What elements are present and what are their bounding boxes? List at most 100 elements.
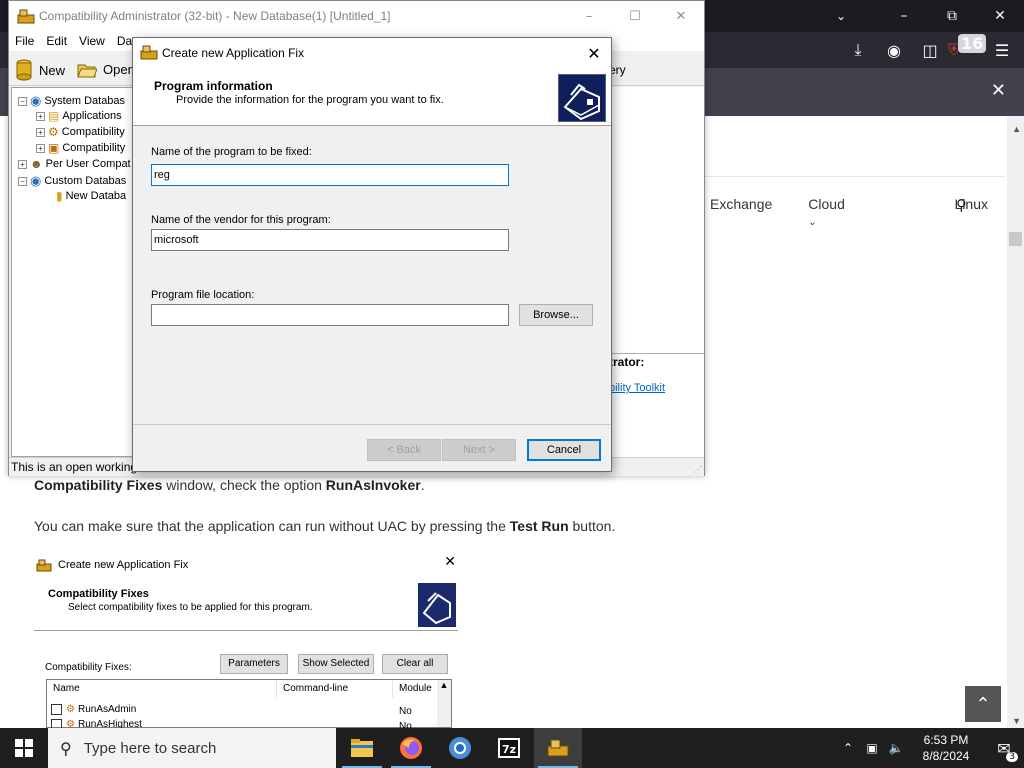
- expand-icon[interactable]: +: [36, 127, 45, 137]
- search-icon: ⚲: [60, 738, 72, 758]
- program-name-label: Name of the program to be fixed:: [151, 146, 312, 158]
- search-icon[interactable]: ⚲: [956, 196, 967, 214]
- clock[interactable]: 6:53 PM 8/8/2024: [908, 732, 984, 764]
- tree-item-system-databases[interactable]: − ◉ System Databas: [18, 93, 125, 109]
- hamburger-menu-icon[interactable]: ☰: [984, 41, 1020, 60]
- extensions-icon[interactable]: ◫: [912, 41, 948, 60]
- scroll-down-icon[interactable]: ▼: [1012, 716, 1021, 726]
- download-icon[interactable]: ⤓: [840, 40, 876, 60]
- 7zip-button[interactable]: 7z: [485, 728, 533, 768]
- right-pane-heading: trator:: [609, 355, 645, 369]
- col-module: Module: [393, 680, 439, 698]
- page-scrollbar[interactable]: ▲ ▼: [1007, 116, 1024, 728]
- network-icon[interactable]: ▣: [860, 741, 884, 755]
- nav-cloud-label: Cloud: [808, 196, 845, 212]
- close-icon[interactable]: ✕: [577, 38, 611, 68]
- browser-window-controls: – ⧉ ✕: [880, 0, 1024, 32]
- tree-item-label: New Databa: [65, 190, 127, 202]
- vendor-name-input[interactable]: [151, 229, 509, 251]
- bold-text: Test Run: [509, 518, 569, 534]
- next-button[interactable]: Next >: [442, 439, 516, 461]
- tree-item-new-database[interactable]: ▮ New Databa: [56, 189, 126, 203]
- status-text: This is an open working: [11, 460, 138, 474]
- volume-muted-icon[interactable]: 🔈: [884, 741, 908, 755]
- svg-text:7z: 7z: [502, 743, 516, 756]
- app-fix-icon: [140, 45, 158, 60]
- chromium-button[interactable]: [436, 728, 484, 768]
- parameters-button: Parameters: [220, 654, 288, 674]
- users-icon: ☻: [30, 157, 43, 171]
- tree-item-compatibility-fixes[interactable]: + ⚙ Compatibility: [36, 125, 125, 139]
- firefox-button[interactable]: [387, 728, 435, 768]
- scroll-thumb[interactable]: [1009, 232, 1022, 246]
- toolkit-link[interactable]: bility Toolkit: [609, 382, 665, 394]
- expand-icon[interactable]: +: [36, 111, 45, 121]
- browser-restore-icon[interactable]: ⧉: [928, 0, 976, 32]
- wizard-logo-icon: [558, 74, 606, 122]
- compat-admin-title: Compatibility Administrator (32-bit) - N…: [39, 9, 391, 23]
- embedded-title: Create new Application Fix: [36, 558, 188, 572]
- tree-item-custom-databases[interactable]: − ◉ Custom Databas: [18, 173, 126, 189]
- menu-file[interactable]: File: [9, 31, 40, 51]
- database-icon: [16, 59, 32, 81]
- dialog-title: Create new Application Fix: [162, 46, 305, 60]
- embedded-separator: [34, 630, 458, 631]
- compat-admin-right-pane: trator: bility Toolkit: [609, 87, 704, 457]
- nav-cloud[interactable]: Cloud ⌄: [808, 196, 918, 228]
- browse-button[interactable]: Browse...: [519, 304, 593, 326]
- create-app-fix-dialog: Create new Application Fix ✕ Program inf…: [132, 37, 612, 472]
- open-folder-icon: [77, 64, 97, 78]
- fixes-list: Name Command-line Module ⚙ RunAsAdmin No…: [46, 679, 452, 732]
- dialog-titlebar: Create new Application Fix ✕: [133, 38, 611, 68]
- chevron-up-icon[interactable]: ⌃: [836, 741, 860, 755]
- account-icon[interactable]: ◉: [876, 41, 912, 60]
- collapse-icon[interactable]: −: [18, 96, 27, 106]
- embedded-title-text: Create new Application Fix: [58, 559, 189, 571]
- program-name-input[interactable]: [151, 164, 509, 186]
- collapse-icon[interactable]: −: [18, 176, 27, 186]
- gear-icon: ⚙: [48, 125, 59, 139]
- text: .: [420, 477, 425, 493]
- close-icon[interactable]: ✕: [991, 80, 1006, 101]
- wizard-logo-icon: [418, 583, 456, 627]
- tree-item-applications[interactable]: + ▤ Applications: [36, 109, 122, 123]
- minimize-icon[interactable]: –: [566, 1, 612, 31]
- back-button[interactable]: < Back: [367, 439, 441, 461]
- folder-icon: ▤: [48, 109, 60, 123]
- close-icon[interactable]: ✕: [658, 1, 704, 31]
- dialog-subheading: Provide the information for the program …: [176, 94, 444, 106]
- globe-database-icon: ◉: [30, 93, 42, 108]
- list-all-tabs-icon[interactable]: ⌄: [826, 0, 856, 32]
- chevron-down-icon: ⌄: [808, 217, 817, 228]
- file-location-input[interactable]: [151, 304, 509, 326]
- windows-logo-icon: [15, 739, 33, 757]
- expand-icon[interactable]: +: [36, 143, 45, 153]
- custom-database-icon: ◉: [30, 173, 42, 188]
- taskbar: ⚲ Type here to search 7z ⌃ ▣ 🔈 6:53 PM 8…: [0, 728, 1024, 768]
- expand-icon[interactable]: +: [18, 159, 27, 169]
- menu-view[interactable]: View: [73, 31, 111, 51]
- tree-item-per-user[interactable]: + ☻ Per User Compat: [18, 157, 131, 171]
- new-button[interactable]: New: [15, 59, 65, 81]
- open-button[interactable]: Open: [77, 59, 135, 79]
- tree-item-label: Applications: [62, 110, 122, 122]
- fix-name: RunAsAdmin: [77, 704, 137, 715]
- menu-edit[interactable]: Edit: [40, 31, 73, 51]
- resize-grip-icon[interactable]: ⋰: [694, 465, 702, 474]
- maximize-icon[interactable]: ☐: [612, 1, 658, 31]
- cancel-button[interactable]: Cancel: [527, 439, 601, 461]
- system-tray: ⌃ ▣ 🔈 6:53 PM 8/8/2024 ✉ 3: [836, 728, 1024, 768]
- file-explorer-button[interactable]: [338, 728, 386, 768]
- notification-icon[interactable]: ✉ 3: [984, 739, 1024, 762]
- scroll-up-icon[interactable]: ▲: [1012, 124, 1021, 134]
- tree-item-label: Compatibility: [61, 126, 125, 138]
- browser-minimize-icon[interactable]: –: [880, 0, 928, 32]
- taskbar-search[interactable]: ⚲ Type here to search: [48, 728, 336, 768]
- ublock-icon[interactable]: ⛨16: [948, 34, 987, 60]
- back-to-top-button[interactable]: ⌃: [965, 686, 1001, 722]
- start-button[interactable]: [0, 728, 48, 768]
- nav-exchange[interactable]: Exchange: [710, 196, 772, 228]
- tree-item-compatibility-modes[interactable]: + ▣ Compatibility: [36, 141, 125, 155]
- browser-close-icon[interactable]: ✕: [976, 0, 1024, 32]
- compat-admin-taskbar-button[interactable]: [534, 728, 582, 768]
